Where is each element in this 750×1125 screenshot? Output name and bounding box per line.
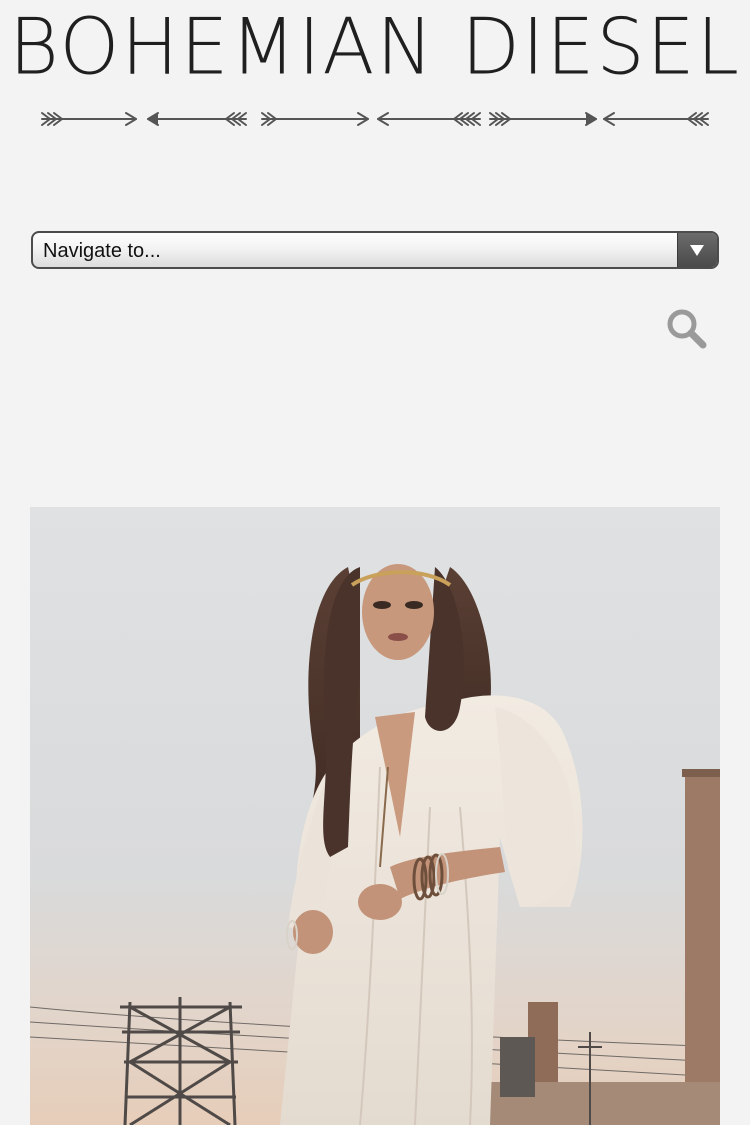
- navigate-select[interactable]: Navigate to...: [31, 231, 719, 269]
- chevron-down-icon[interactable]: [677, 233, 717, 267]
- logo-text: BOHEMIAN DIESEL: [9, 1, 741, 92]
- hero-photo[interactable]: [30, 507, 720, 1125]
- site-logo[interactable]: BOHEMIAN DIESEL: [0, 0, 750, 100]
- search-icon[interactable]: [664, 306, 708, 350]
- arrow-divider-icon: [41, 112, 709, 126]
- hero-image: [30, 507, 720, 1125]
- page: BOHEMIAN DIESEL Navigate to...: [0, 0, 750, 1125]
- navigate-select-label: Navigate to...: [43, 240, 161, 262]
